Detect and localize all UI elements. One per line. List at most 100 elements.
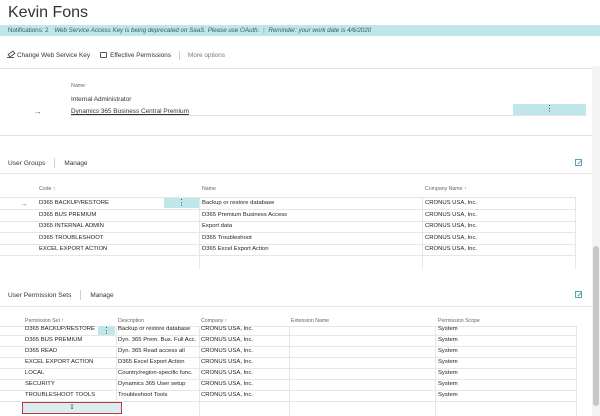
ps-description-cell: Backup or restore database bbox=[118, 326, 191, 332]
ps-description-cell: Dyn. 365 Prem. Bus. Full Acc. bbox=[118, 337, 197, 343]
ps-extension-cell bbox=[291, 346, 433, 357]
ug-code-cell: D365 BUS PREMIUM bbox=[39, 211, 97, 218]
ps-table-row[interactable]: D365 BACKUP/RESTORE Backup or restore dat… bbox=[0, 324, 575, 335]
permission-sets-header: User Permission Sets Manage bbox=[0, 288, 592, 302]
ps-table-row[interactable]: EXCEL EXPORT ACTION D365 Excel Export Act… bbox=[0, 357, 575, 368]
notification-message-2: Reminder: your work date is 4/6/2020 bbox=[268, 27, 372, 34]
ps-scope-cell: System bbox=[438, 326, 458, 332]
ps-table-row[interactable]: LOCAL Country/region-specific func. CRONUS… bbox=[0, 368, 575, 379]
more-options-button[interactable]: More options bbox=[183, 52, 230, 59]
change-web-service-key-label: Change Web Service Key bbox=[17, 51, 91, 59]
ug-table-row[interactable]: D365 BACKUP/RESTORE Backup or restore dat… bbox=[0, 198, 575, 209]
plans-name-header: Name bbox=[71, 83, 86, 89]
ug-col-company[interactable]: Company Name ↑ bbox=[425, 186, 467, 192]
ps-company-cell: CRONUS USA, Inc. bbox=[201, 392, 254, 398]
section-separator bbox=[80, 290, 82, 300]
ug-company-cell: CRONUS USA, Inc. bbox=[425, 246, 478, 252]
user-groups-title: User Groups bbox=[8, 159, 46, 167]
ug-col-name[interactable]: Name bbox=[202, 186, 216, 192]
ug-row-line bbox=[0, 255, 576, 256]
edit-key-icon bbox=[7, 52, 14, 58]
change-web-service-key-button[interactable]: Change Web Service Key bbox=[0, 52, 95, 59]
ug-name-cell: D365 Excel Export Action bbox=[202, 246, 269, 252]
toolbar-separator bbox=[179, 50, 181, 60]
ps-scope-cell: System bbox=[438, 381, 458, 387]
page-title: Kevin Fons bbox=[8, 4, 89, 21]
ps-description-cell: Country/region-specific func. bbox=[118, 370, 193, 376]
ps-company-cell: CRONUS USA, Inc. bbox=[201, 326, 254, 332]
ps-col-divider bbox=[199, 326, 200, 416]
ps-company-cell: CRONUS USA, Inc. bbox=[201, 348, 254, 354]
section-separator bbox=[54, 158, 56, 168]
ps-set-cell: EXCEL EXPORT ACTION bbox=[25, 359, 94, 365]
notification-message-1: Web Service Access Key is being deprecat… bbox=[54, 27, 260, 34]
user-groups-grid: Code ↑ Name Company Name ↑ → ⋮ D365 BACK… bbox=[0, 186, 592, 270]
ps-scope-cell: System bbox=[438, 348, 458, 354]
expand-icon[interactable] bbox=[575, 291, 582, 298]
ps-set-cell: D365 BACKUP/RESTORE bbox=[25, 326, 95, 332]
ps-col-divider bbox=[435, 326, 436, 416]
effective-permissions-label: Effective Permissions bbox=[110, 51, 172, 59]
ps-set-cell: SECURITY bbox=[25, 381, 55, 387]
expand-icon[interactable] bbox=[575, 159, 582, 166]
ps-set-cell: D365 READ bbox=[25, 348, 58, 354]
action-toolbar: Change Web Service Key Effective Permiss… bbox=[0, 48, 230, 62]
ug-col-divider bbox=[199, 197, 200, 269]
plans-row-divider bbox=[71, 115, 586, 116]
ug-code-cell: D365 BACKUP/RESTORE bbox=[39, 200, 109, 206]
user-groups-manage-button[interactable]: Manage bbox=[64, 160, 87, 167]
ps-table-row[interactable]: TROUBLESHOOT TOOLS Troubleshoot Tools CRON… bbox=[0, 390, 575, 401]
ug-name-cell: D365 Premium Business Access bbox=[202, 211, 288, 218]
ps-set-cell: LOCAL bbox=[25, 370, 45, 376]
ps-extension-cell bbox=[291, 357, 433, 368]
ug-company-cell: CRONUS USA, Inc. bbox=[425, 223, 478, 229]
new-row-marker-icon: ↧ bbox=[69, 405, 75, 411]
ug-company-cell: CRONUS USA, Inc. bbox=[425, 211, 478, 218]
row-selector-arrow-icon: → bbox=[34, 107, 42, 116]
more-options-label: More options bbox=[188, 51, 225, 59]
permission-sets-grid: Permission Set ↑ Description Company ↑ E… bbox=[0, 318, 592, 416]
ps-description-cell: Dynamics 365 User setup bbox=[118, 381, 186, 387]
ug-name-cell: Export data bbox=[202, 223, 233, 229]
ps-company-cell: CRONUS USA, Inc. bbox=[201, 370, 254, 376]
ps-col-divider bbox=[576, 326, 577, 416]
notification-count-link[interactable]: Notifications: 2 bbox=[8, 27, 49, 34]
ug-table-row[interactable]: D365 TROUBLESHOOT D365 Troubleshoot CRONUS… bbox=[0, 233, 575, 244]
permission-sets-manage-button[interactable]: Manage bbox=[90, 292, 113, 299]
ps-extension-cell bbox=[291, 335, 433, 346]
ps-scope-cell: System bbox=[438, 370, 458, 376]
ps-scope-cell: System bbox=[438, 337, 458, 343]
plan-row-actions-button[interactable]: ⋮ bbox=[513, 104, 586, 115]
ps-table-row[interactable]: D365 READ Dyn. 365 Read access all CRONUS … bbox=[0, 346, 575, 357]
plan-name-link[interactable]: Dynamics 365 Business Central Premium bbox=[71, 108, 189, 115]
ug-company-cell: CRONUS USA, Inc. bbox=[425, 234, 478, 241]
page-scrollbar[interactable] bbox=[592, 66, 600, 416]
permission-sets-title: User Permission Sets bbox=[8, 291, 72, 299]
ps-table-row[interactable]: D365 BUS PREMIUM Dyn. 365 Prem. Bus. Full… bbox=[0, 335, 575, 346]
ps-extension-cell bbox=[291, 324, 433, 335]
ug-col-divider bbox=[575, 197, 576, 269]
plans-role-text: Internal Administrator bbox=[71, 96, 132, 103]
new-row-input[interactable]: ↧ bbox=[22, 402, 122, 414]
ps-description-cell: D365 Excel Export Action bbox=[118, 359, 185, 365]
ps-set-cell: D365 BUS PREMIUM bbox=[25, 337, 83, 343]
notification-bar: Notifications: 2 Web Service Access Key … bbox=[0, 25, 600, 36]
ps-set-cell: TROUBLESHOOT TOOLS bbox=[25, 392, 96, 398]
page-scrollbar-thumb[interactable] bbox=[593, 246, 599, 406]
ug-col-code[interactable]: Code ↑ bbox=[39, 186, 55, 192]
user-groups-divider bbox=[0, 173, 592, 174]
ps-company-cell: CRONUS USA, Inc. bbox=[201, 381, 254, 387]
ps-extension-cell bbox=[291, 368, 433, 379]
permission-sets-divider bbox=[0, 306, 592, 307]
ps-col-divider bbox=[289, 326, 290, 416]
ug-table-row[interactable]: D365 BUS PREMIUM D365 Premium Business Ac… bbox=[0, 210, 575, 221]
ps-description-cell: Dyn. 365 Read access all bbox=[118, 348, 185, 354]
ps-extension-cell bbox=[291, 379, 433, 390]
ug-table-row[interactable]: EXCEL EXPORT ACTION D365 Excel Export Act… bbox=[0, 244, 575, 255]
ps-table-row[interactable]: SECURITY Dynamics 365 User setup CRONUS US… bbox=[0, 379, 575, 390]
ug-code-cell: D365 INTERNAL ADMIN bbox=[39, 223, 104, 229]
ug-company-cell: CRONUS USA, Inc. bbox=[425, 200, 478, 206]
effective-permissions-button[interactable]: Effective Permissions bbox=[95, 52, 176, 59]
ug-table-row[interactable]: D365 INTERNAL ADMIN Export data CRONUS USA… bbox=[0, 221, 575, 232]
user-groups-header: User Groups Manage bbox=[0, 156, 592, 170]
